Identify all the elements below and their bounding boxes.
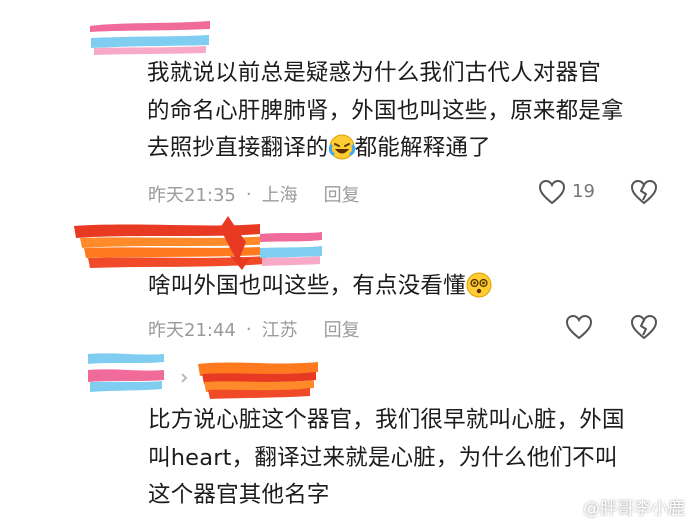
comment-3-text: 比方说心脏这个器官，我们很早就叫心脏，外国 叫heart，翻译过来就是心脏，为什… xyxy=(148,402,625,515)
comment-2-text: 啥叫外国也叫这些，有点没看懂 xyxy=(148,268,492,306)
comment-3-line-2: 叫heart，翻译过来就是心脏，为什么他们不叫 xyxy=(148,444,618,471)
weibo-icon xyxy=(560,498,579,516)
watermark: @胖哥李小鹿 xyxy=(560,494,685,519)
dizzy-face-emoji xyxy=(466,272,492,298)
broken-heart-icon[interactable] xyxy=(630,179,658,205)
laughing-crying-emoji xyxy=(328,134,355,160)
broken-heart-icon[interactable] xyxy=(630,314,658,340)
comment-1-like-count: 19 xyxy=(572,181,595,202)
meta-separator: · xyxy=(245,318,252,340)
heart-outline-icon[interactable] xyxy=(538,179,566,205)
comment-1-time: 昨天21:35 xyxy=(148,185,236,206)
comment-1-reply-button[interactable]: 回复 xyxy=(324,181,360,207)
comment-2-meta: 昨天21:44 · 江苏 回复 xyxy=(148,316,360,342)
comment-1-line-2: 的命名心肝脾肺肾，外国也叫这些，原来都是拿 xyxy=(147,97,624,124)
redacted-username-1 xyxy=(90,21,210,55)
comment-2-reply-button[interactable]: 回复 xyxy=(324,316,360,342)
watermark-text: @胖哥李小鹿 xyxy=(583,499,685,519)
comment-3-line-3: 这个器官其他名字 xyxy=(148,482,330,508)
comment-1-meta: 昨天21:35 · 上海 回复 xyxy=(148,181,360,207)
comment-2-location: 江苏 xyxy=(261,320,298,341)
redacted-username-2 xyxy=(74,216,322,270)
comment-3-line-1: 比方说心脏这个器官，我们很早就叫心脏，外国 xyxy=(148,407,625,433)
comment-1-location: 上海 xyxy=(261,185,298,206)
comment-2-time: 昨天21:44 xyxy=(148,320,236,341)
comment-1-text: 我就说以前总是疑惑为什么我们古代人对器官 的命名心肝脾肺肾，外国也叫这些，原来都… xyxy=(147,55,624,168)
comment-1-line-1: 我就说以前总是疑惑为什么我们古代人对器官 xyxy=(147,60,602,86)
meta-separator: · xyxy=(245,183,252,205)
redacted-username-3 xyxy=(88,353,318,399)
comment-1-line-3: 去照抄直接翻译的 都能解释通了 xyxy=(147,134,491,161)
heart-outline-icon[interactable] xyxy=(565,314,593,340)
